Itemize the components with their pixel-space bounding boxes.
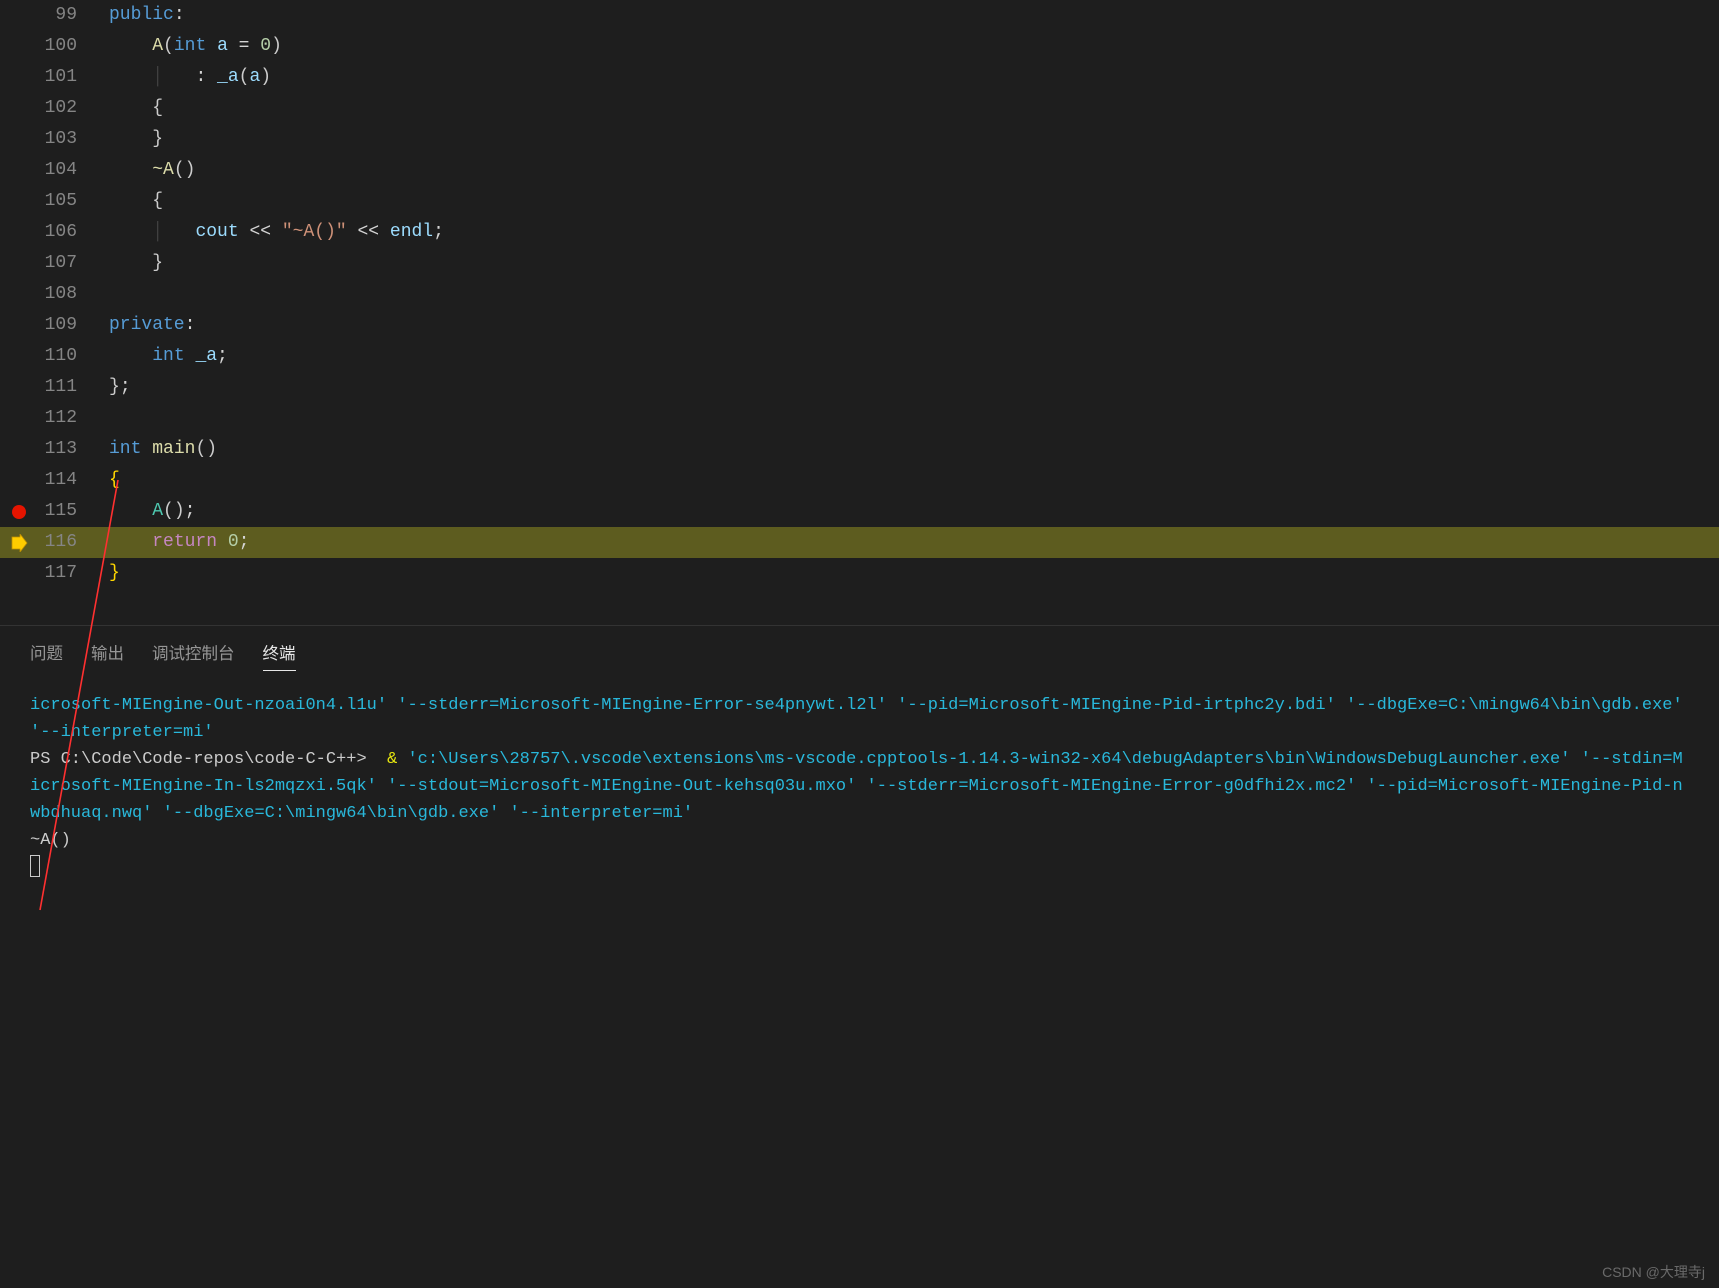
terminal-text: PS C:\Code\Code-repos\code-C-C++> [30, 750, 377, 769]
code-line[interactable]: 100 A(int a = 0) [0, 31, 1719, 62]
gutter[interactable]: 117 [0, 558, 95, 589]
terminal-text [387, 696, 397, 715]
code-line[interactable]: 114{ [0, 465, 1719, 496]
gutter[interactable]: 112 [0, 403, 95, 434]
terminal-text [1570, 750, 1580, 769]
terminal-text [1356, 777, 1366, 796]
terminal-text: '--interpreter=mi' [509, 804, 693, 823]
watermark: CSDN @大理寺j [1602, 1262, 1705, 1282]
code-line[interactable]: 115 A(); [0, 496, 1719, 527]
code-line[interactable]: 110 int _a; [0, 341, 1719, 372]
code-content[interactable] [95, 403, 1719, 434]
gutter[interactable]: 101 [0, 62, 95, 93]
terminal-text [856, 777, 866, 796]
code-content[interactable]: │ : _a(a) [95, 62, 1719, 93]
gutter[interactable]: 108 [0, 279, 95, 310]
code-line[interactable]: 99public: [0, 0, 1719, 31]
code-line[interactable]: 107 } [0, 248, 1719, 279]
panel-tab[interactable]: 调试控制台 [152, 640, 235, 670]
code-content[interactable]: return 0; [95, 527, 1719, 558]
editor-area[interactable]: 99public:100 A(int a = 0)101 │ : _a(a)10… [0, 0, 1719, 625]
gutter[interactable]: 110 [0, 341, 95, 372]
code-line[interactable]: 116 return 0; [0, 527, 1719, 558]
terminal-text: '--stderr=Microsoft-MIEngine-Error-se4pn… [397, 696, 887, 715]
gutter[interactable]: 99 [0, 0, 95, 31]
terminal-text: '--dbgExe=C:\mingw64\bin\gdb.exe' [163, 804, 500, 823]
code-line[interactable]: 111}; [0, 372, 1719, 403]
terminal-text: '--interpreter=mi' [30, 723, 214, 742]
terminal-text: icrosoft-MIEngine-Out-nzoai0n4.l1u' [30, 696, 387, 715]
code-line[interactable]: 109private: [0, 310, 1719, 341]
code-content[interactable]: public: [95, 0, 1719, 31]
terminal-text [152, 804, 162, 823]
code-line[interactable]: 108 [0, 279, 1719, 310]
terminal-text [377, 750, 387, 769]
code-line[interactable]: 105 { [0, 186, 1719, 217]
terminal-text: '--stdout=Microsoft-MIEngine-Out-kehsq03… [387, 777, 856, 796]
code-line[interactable]: 101 │ : _a(a) [0, 62, 1719, 93]
gutter[interactable]: 107 [0, 248, 95, 279]
code-content[interactable]: } [95, 558, 1719, 589]
terminal-cursor-icon [30, 855, 40, 877]
gutter[interactable]: 109 [0, 310, 95, 341]
panel-tab[interactable]: 问题 [30, 640, 63, 670]
code-content[interactable]: │ cout << "~A()" << endl; [95, 217, 1719, 248]
terminal-body[interactable]: icrosoft-MIEngine-Out-nzoai0n4.l1u' '--s… [0, 674, 1719, 945]
panel-area: 问题输出调试控制台终端 icrosoft-MIEngine-Out-nzoai0… [0, 625, 1719, 945]
code-content[interactable]: }; [95, 372, 1719, 403]
code-line[interactable]: 113int main() [0, 434, 1719, 465]
gutter[interactable]: 104 [0, 155, 95, 186]
terminal-text [887, 696, 897, 715]
gutter[interactable]: 115 [0, 496, 95, 527]
code-content[interactable]: ~A() [95, 155, 1719, 186]
terminal-text [1683, 696, 1693, 715]
gutter[interactable]: 111 [0, 372, 95, 403]
breakpoint-icon[interactable] [12, 505, 26, 519]
code-content[interactable]: } [95, 248, 1719, 279]
code-content[interactable]: { [95, 465, 1719, 496]
terminal-text [1336, 696, 1346, 715]
code-line[interactable]: 117} [0, 558, 1719, 589]
panel-tabs: 问题输出调试控制台终端 [0, 626, 1719, 674]
terminal-text: 'c:\Users\28757\.vscode\extensions\ms-vs… [407, 750, 1570, 769]
terminal-text [377, 777, 387, 796]
code-line[interactable]: 106 │ cout << "~A()" << endl; [0, 217, 1719, 248]
current-line-arrow-icon [10, 534, 28, 552]
terminal-text: '--stderr=Microsoft-MIEngine-Error-g0dfh… [867, 777, 1357, 796]
gutter[interactable]: 113 [0, 434, 95, 465]
terminal-text: ~A() [30, 831, 71, 850]
terminal-text: '--pid=Microsoft-MIEngine-Pid-irtphc2y.b… [897, 696, 1336, 715]
code-content[interactable]: { [95, 93, 1719, 124]
panel-tab[interactable]: 终端 [263, 640, 296, 671]
gutter[interactable]: 106 [0, 217, 95, 248]
code-line[interactable]: 104 ~A() [0, 155, 1719, 186]
code-content[interactable]: A(int a = 0) [95, 31, 1719, 62]
gutter[interactable]: 114 [0, 465, 95, 496]
gutter[interactable]: 105 [0, 186, 95, 217]
panel-tab[interactable]: 输出 [91, 640, 124, 670]
code-content[interactable]: } [95, 124, 1719, 155]
gutter[interactable]: 102 [0, 93, 95, 124]
code-content[interactable]: A(); [95, 496, 1719, 527]
code-content[interactable] [95, 279, 1719, 310]
gutter[interactable]: 116 [0, 527, 95, 558]
gutter[interactable]: 103 [0, 124, 95, 155]
code-content[interactable]: { [95, 186, 1719, 217]
terminal-text: '--dbgExe=C:\mingw64\bin\gdb.exe' [1346, 696, 1683, 715]
code-line[interactable]: 103 } [0, 124, 1719, 155]
terminal-text: & [387, 750, 397, 769]
code-line[interactable]: 112 [0, 403, 1719, 434]
gutter[interactable]: 100 [0, 31, 95, 62]
code-content[interactable]: int _a; [95, 341, 1719, 372]
code-line[interactable]: 102 { [0, 93, 1719, 124]
terminal-text [499, 804, 509, 823]
terminal-text [397, 750, 407, 769]
code-content[interactable]: int main() [95, 434, 1719, 465]
code-content[interactable]: private: [95, 310, 1719, 341]
